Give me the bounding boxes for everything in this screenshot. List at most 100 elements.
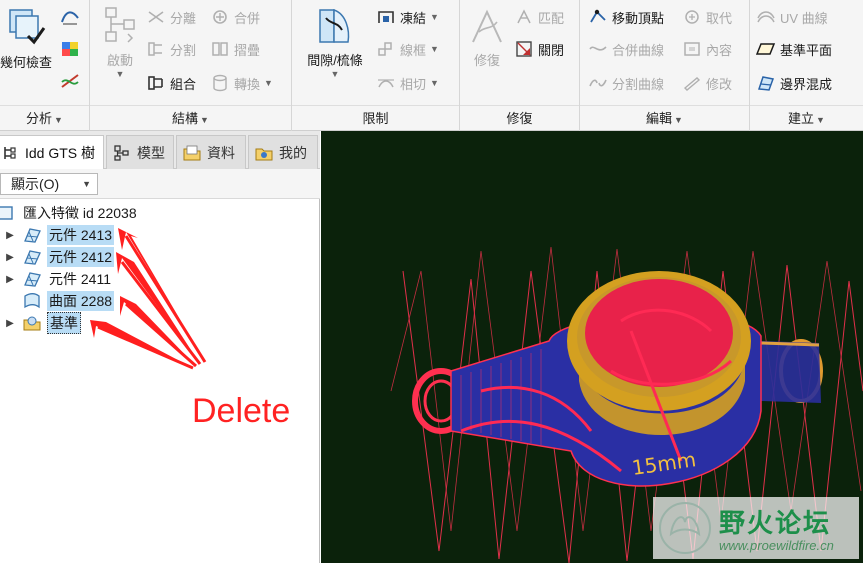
watermark-text: 野火论坛 www.proewildfire.cn xyxy=(719,503,834,553)
gap-comb-label: 間隙/梳條 xyxy=(307,53,363,68)
freeze-button[interactable]: 凍結 ▼ xyxy=(376,6,439,28)
analysis-shading-button[interactable] xyxy=(60,70,84,92)
inner-face-icon xyxy=(684,42,700,56)
expand-arrow-icon[interactable]: ▶ xyxy=(4,230,16,241)
geometry-check-button[interactable]: 幾何檢查 xyxy=(0,4,56,71)
tree-node-component-2411[interactable]: ▶ 元件 2411 xyxy=(4,269,113,289)
inner-face-button[interactable]: 內容 xyxy=(682,38,732,60)
application-window: 幾何檢查 分析 ▼ 啟動 ▼ 分離 分割 組合 合併 摺疊 轉換 ▼ 結構 ▼ … xyxy=(0,0,863,563)
match-label: 匹配 xyxy=(538,10,565,26)
tangent-icon xyxy=(378,79,394,88)
gap-comb-dropdown-icon: ▼ xyxy=(330,69,340,79)
analysis-curve-button[interactable] xyxy=(60,6,84,28)
split-button[interactable]: 分割 xyxy=(146,38,196,60)
group-label-edit: 編輯 ▼ xyxy=(580,105,749,131)
fold-label: 摺疊 xyxy=(234,42,261,58)
tree-node-import-feature[interactable]: 匯入特徵 id 22038 xyxy=(0,203,139,223)
folder-icon xyxy=(181,143,203,163)
uv-curves-button[interactable]: UV 曲線 xyxy=(756,6,828,28)
replace-button[interactable]: 取代 xyxy=(682,6,732,28)
tree-node-label: 匯入特徵 id 22038 xyxy=(23,205,137,221)
convert-button[interactable]: 轉換 ▼ xyxy=(210,72,273,94)
expand-arrow-icon[interactable]: ▶ xyxy=(4,274,16,285)
import-feature-icon xyxy=(0,204,16,222)
tree-node-component-2412[interactable]: ▶ 元件 2412 xyxy=(4,247,115,267)
fold-button[interactable]: 摺疊 xyxy=(210,38,260,60)
tangent-label: 相切 xyxy=(400,76,427,92)
merge-icon xyxy=(213,10,227,24)
split-curves-button[interactable]: 分割曲線 xyxy=(588,72,664,94)
modify-button[interactable]: 修改 xyxy=(682,72,732,94)
inner-face-label: 內容 xyxy=(706,42,733,58)
model-tree-icon xyxy=(111,143,133,163)
boundary-blend-button[interactable]: 邊界混成 xyxy=(756,72,832,94)
split-curves-icon xyxy=(589,79,607,87)
tree-node-label: 曲面 2288 xyxy=(47,291,115,311)
combine-label: 組合 xyxy=(170,76,197,92)
wire-frame-button[interactable]: 線框 ▼ xyxy=(376,38,439,60)
tab-mine[interactable]: 我的 xyxy=(248,135,318,169)
ribbon: 幾何檢查 分析 ▼ 啟動 ▼ 分離 分割 組合 合併 摺疊 轉換 ▼ 結構 ▼ … xyxy=(0,0,863,131)
combine-button[interactable]: 組合 xyxy=(146,72,196,94)
tree-node-label: 基準 xyxy=(47,312,81,334)
boundary-blend-icon xyxy=(757,76,775,91)
datum-plane-button[interactable]: 基準平面 xyxy=(756,38,832,60)
watermark: 野火论坛 www.proewildfire.cn xyxy=(653,497,859,559)
tree-node-label: 元件 2411 xyxy=(49,271,111,287)
convert-icon xyxy=(213,74,227,92)
geometry-check-label: 幾何檢查 xyxy=(0,55,52,70)
merge-curves-label: 合併曲線 xyxy=(612,42,665,58)
tree-icon xyxy=(0,143,21,163)
close-label: 關閉 xyxy=(538,42,565,58)
ribbon-group-constraints: 間隙/梳條 ▼ 凍結 ▼ 線框 ▼ 相切 ▼ 限制 xyxy=(292,0,460,131)
group-label-repair: 修復 xyxy=(460,105,579,131)
wire-frame-label: 線框 xyxy=(400,42,427,58)
match-button[interactable]: 匹配 xyxy=(514,6,564,28)
split-label: 分割 xyxy=(170,42,197,58)
activate-button[interactable]: 啟動 ▼ xyxy=(94,4,146,79)
expand-arrow-icon[interactable]: ▶ xyxy=(4,252,16,263)
merge-curves-button[interactable]: 合併曲線 xyxy=(588,38,664,60)
ribbon-group-edit: 移動頂點 合併曲線 分割曲線 取代 內容 修改 編輯 ▼ xyxy=(580,0,750,131)
uv-curves-icon xyxy=(757,11,775,23)
activate-icon xyxy=(105,7,135,43)
close-surface-icon xyxy=(516,41,532,57)
move-vertex-button[interactable]: 移動頂點 xyxy=(588,6,664,28)
tree-node-component-2413[interactable]: ▶ 元件 2413 xyxy=(4,225,115,245)
close-button[interactable]: 關閉 xyxy=(514,38,564,60)
move-vertex-label: 移動頂點 xyxy=(612,10,665,26)
tab-idd-gts-tree[interactable]: Idd GTS 樹 xyxy=(0,135,104,170)
activate-label: 啟動 xyxy=(106,53,133,68)
combine-icon xyxy=(148,76,163,90)
gap-comb-icon xyxy=(319,8,350,43)
uv-curves-label: UV 曲線 xyxy=(780,10,828,26)
repair-icon xyxy=(472,9,502,43)
merge-button[interactable]: 合併 xyxy=(210,6,260,28)
tab-data-label: 資料 xyxy=(207,144,235,161)
modify-icon xyxy=(683,77,701,91)
group-label-structure: 結構 ▼ xyxy=(90,105,291,131)
tree-node-datum[interactable]: ▶ 基準 xyxy=(4,312,81,334)
analysis-surface-button[interactable] xyxy=(60,38,84,60)
group-label-constraints: 限制 xyxy=(292,105,459,131)
watermark-title: 野火论坛 xyxy=(719,509,832,539)
separate-button[interactable]: 分離 xyxy=(146,6,196,28)
tab-data[interactable]: 資料 xyxy=(176,135,246,169)
tab-model[interactable]: 模型 xyxy=(106,135,174,169)
meter-dial xyxy=(585,279,733,387)
gap-comb-button[interactable]: 間隙/梳條 ▼ xyxy=(300,4,370,79)
chevron-down-icon: ▼ xyxy=(82,179,91,189)
freeze-dropdown-icon: ▼ xyxy=(430,12,439,22)
repair-button[interactable]: 修復 xyxy=(464,4,510,69)
wire-frame-dropdown-icon: ▼ xyxy=(430,44,439,54)
ribbon-group-analysis: 幾何檢查 分析 ▼ xyxy=(0,0,90,131)
tab-model-label: 模型 xyxy=(137,144,165,161)
shading-analysis-icon xyxy=(61,74,79,88)
convert-label: 轉換 xyxy=(234,76,261,92)
merge-label: 合併 xyxy=(234,10,261,26)
group-label-analysis: 分析 ▼ xyxy=(0,105,89,131)
expand-arrow-icon[interactable]: ▶ xyxy=(4,318,16,329)
show-dropdown-button[interactable]: 顯示(O) ▼ xyxy=(0,173,98,195)
tangent-button[interactable]: 相切 ▼ xyxy=(376,72,439,94)
tree-node-surface-2288[interactable]: 曲面 2288 xyxy=(22,291,115,311)
